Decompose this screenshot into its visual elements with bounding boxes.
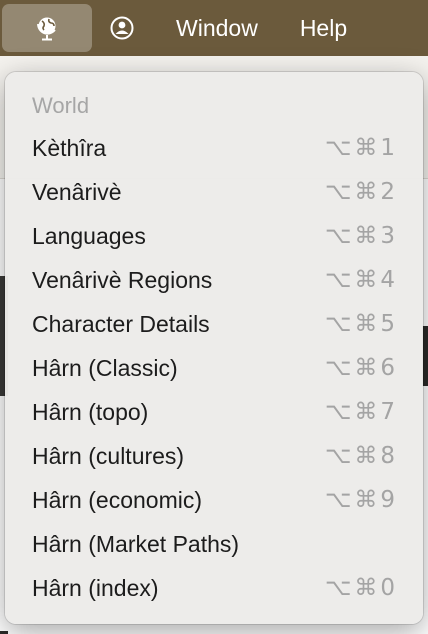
window-menu[interactable]: Window (176, 4, 258, 52)
menu-item-harn-index[interactable]: Hârn (index) ⌥⌘0 (5, 566, 423, 610)
menu-item-venarive[interactable]: Venârivè ⌥⌘2 (5, 170, 423, 214)
menu-item-label: Hârn (index) (32, 574, 159, 601)
menu-item-shortcut: ⌥⌘9 (324, 487, 398, 513)
globe-icon (34, 15, 60, 41)
world-dropdown-menu: World Kèthîra ⌥⌘1 Venârivè ⌥⌘2 Languages… (5, 72, 423, 624)
menu-item-harn-economic[interactable]: Hârn (economic) ⌥⌘9 (5, 478, 423, 522)
menu-bar: Window Help (0, 0, 428, 56)
menu-item-label: Kèthîra (32, 134, 107, 161)
menu-item-label: Languages (32, 222, 146, 249)
menu-section-header: World (32, 93, 90, 118)
menu-item-harn-market-paths[interactable]: Hârn (Market Paths) (5, 522, 423, 566)
menu-item-label: Character Details (32, 310, 210, 337)
menu-item-languages[interactable]: Languages ⌥⌘3 (5, 214, 423, 258)
menu-item-shortcut: ⌥⌘5 (324, 311, 398, 337)
person-menu-button[interactable] (94, 4, 150, 52)
person-icon (109, 15, 135, 41)
menu-item-shortcut: ⌥⌘4 (324, 267, 398, 293)
menu-item-shortcut: ⌥⌘1 (324, 135, 398, 161)
menu-item-kethira[interactable]: Kèthîra ⌥⌘1 (5, 126, 423, 170)
menu-item-label: Hârn (Classic) (32, 354, 178, 381)
menu-item-harn-cultures[interactable]: Hârn (cultures) ⌥⌘8 (5, 434, 423, 478)
menu-item-label: Hârn (topo) (32, 398, 149, 425)
menu-item-harn-topo[interactable]: Hârn (topo) ⌥⌘7 (5, 390, 423, 434)
menu-item-label: Hârn (cultures) (32, 442, 185, 469)
menu-item-label: Hârn (Market Paths) (32, 530, 240, 557)
menu-item-shortcut: ⌥⌘6 (324, 355, 398, 381)
menu-item-harn-classic[interactable]: Hârn (Classic) ⌥⌘6 (5, 346, 423, 390)
menu-item-label: Hârn (economic) (32, 486, 202, 513)
menu-item-shortcut: ⌥⌘0 (324, 575, 398, 601)
menu-item-character-details[interactable]: Character Details ⌥⌘5 (5, 302, 423, 346)
menu-item-label: Venârivè Regions (32, 266, 213, 293)
menu-item-shortcut: ⌥⌘7 (324, 399, 398, 425)
help-menu[interactable]: Help (300, 4, 347, 52)
menu-item-label: Venârivè (32, 178, 122, 205)
menu-item-shortcut: ⌥⌘3 (324, 223, 398, 249)
menu-item-shortcut: ⌥⌘8 (324, 443, 398, 469)
menu-item-venarive-regions[interactable]: Venârivè Regions ⌥⌘4 (5, 258, 423, 302)
menu-item-shortcut: ⌥⌘2 (324, 179, 398, 205)
globe-menu-button[interactable] (2, 4, 92, 52)
